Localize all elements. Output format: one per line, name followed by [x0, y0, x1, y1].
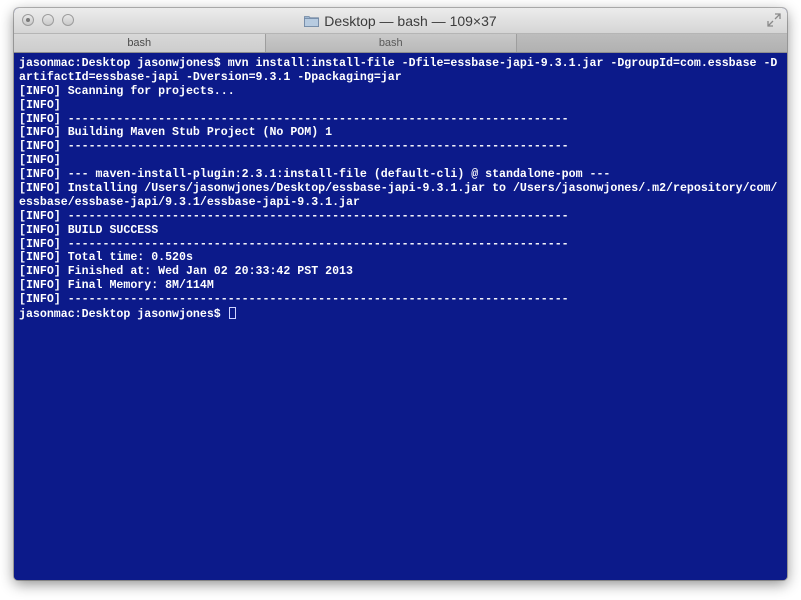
- terminal-window: Desktop — bash — 109×37 bash bash jasonm…: [14, 8, 787, 580]
- terminal-line: [INFO] Finished at: Wed Jan 02 20:33:42 …: [19, 265, 353, 279]
- terminal-line: [INFO] --- maven-install-plugin:2.3.1:in…: [19, 168, 611, 182]
- terminal-line: [INFO] ---------------------------------…: [19, 140, 569, 154]
- tab-label: bash: [127, 37, 152, 49]
- terminal-line: essbase/essbase-japi/9.3.1/essbase-japi-…: [19, 195, 360, 209]
- window-title-area: Desktop — bash — 109×37: [14, 8, 787, 33]
- title-bar[interactable]: Desktop — bash — 109×37: [14, 8, 787, 34]
- terminal-line: jasonmac:Desktop jasonwjones$ mvn instal…: [19, 57, 778, 70]
- terminal-line: [INFO] Building Maven Stub Project (No P…: [19, 126, 333, 140]
- tab-label: bash: [378, 37, 403, 49]
- tab-bash-1[interactable]: bash: [14, 34, 266, 52]
- text-cursor: [228, 307, 236, 320]
- terminal-line: [INFO] Installing /Users/jasonwjones/Des…: [19, 182, 778, 196]
- terminal-line: [INFO] Total time: 0.520s: [19, 251, 193, 265]
- terminal-line: artifactId=essbase-japi -Dversion=9.3.1 …: [19, 70, 402, 84]
- folder-icon: [304, 15, 320, 27]
- terminal-line: [INFO] Final Memory: 8M/114M: [19, 279, 214, 293]
- shell-prompt: jasonmac:Desktop jasonwjones$: [19, 308, 228, 322]
- tab-bash-2[interactable]: bash: [266, 34, 517, 52]
- tab-bar: bash bash: [14, 34, 787, 53]
- terminal-line: [INFO]: [19, 98, 61, 112]
- terminal-line: [INFO] ---------------------------------…: [19, 209, 569, 223]
- prompt-line[interactable]: jasonmac:Desktop jasonwjones$: [19, 307, 787, 321]
- fullscreen-icon[interactable]: [767, 13, 781, 27]
- terminal-output[interactable]: jasonmac:Desktop jasonwjones$ mvn instal…: [14, 53, 787, 580]
- terminal-line: [INFO] Scanning for projects...: [19, 84, 235, 98]
- terminal-line: [INFO] BUILD SUCCESS: [19, 223, 159, 237]
- tab-bar-empty-area: [517, 34, 787, 52]
- terminal-line: [INFO] ---------------------------------…: [19, 112, 569, 126]
- terminal-line: [INFO]: [19, 154, 61, 168]
- window-title: Desktop — bash — 109×37: [324, 12, 497, 29]
- terminal-line: [INFO] ---------------------------------…: [19, 237, 569, 251]
- terminal-line: [INFO] ---------------------------------…: [19, 293, 569, 307]
